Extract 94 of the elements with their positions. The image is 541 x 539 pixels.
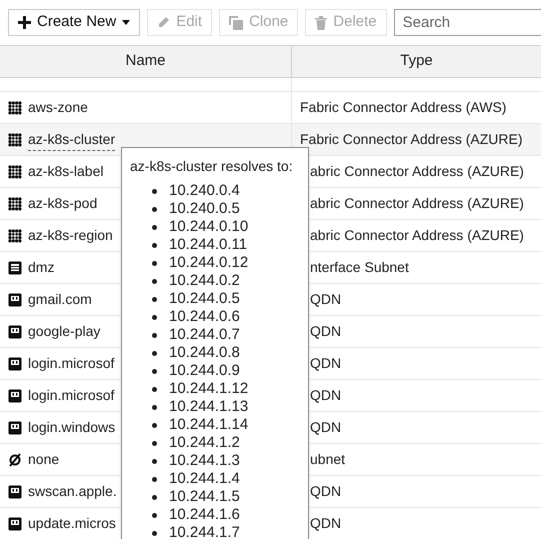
bullet-icon — [152, 332, 157, 338]
name-cell-text: aws-zone — [28, 98, 88, 117]
ip-address: 10.244.0.10 — [169, 216, 248, 237]
bullet-icon — [152, 386, 157, 392]
address-icon — [8, 420, 22, 434]
type-cell-text: Fabric Connector Address (AWS) — [300, 98, 506, 117]
bullet-icon — [152, 440, 157, 446]
type-cell-text: abric Connector Address (AZURE) — [310, 162, 524, 181]
create-button[interactable]: Create New — [8, 9, 140, 36]
pencil-icon — [157, 16, 170, 29]
bullet-icon — [152, 224, 157, 230]
dot-grid-icon — [8, 164, 22, 178]
column-header[interactable]: Name — [0, 46, 292, 77]
type-cell-text: QDN — [310, 290, 342, 309]
ip-address: 10.244.0.5 — [169, 288, 240, 309]
name-cell: az-k8s-cluster — [28, 128, 116, 150]
type-cell-text: nterface Subnet — [310, 258, 409, 277]
name-cell-text: az-k8s-region — [28, 226, 113, 245]
type-cell-text: QDN — [310, 514, 342, 533]
ip-address: 10.244.0.11 — [169, 234, 248, 255]
name-cell-text: gmail.com — [28, 290, 92, 309]
bullet-icon — [152, 530, 157, 536]
ip-address: 10.244.1.7 — [169, 522, 240, 539]
ip-address: 10.244.0.2 — [169, 270, 240, 291]
search-field[interactable]: Search — [394, 9, 541, 36]
bullet-icon — [152, 350, 157, 356]
ip-address: 10.244.1.13 — [169, 396, 248, 417]
address-icon — [8, 292, 22, 306]
interface-icon — [8, 260, 22, 274]
bullet-icon — [152, 422, 157, 428]
type-cell-text: ubnet — [310, 450, 346, 469]
bullet-icon — [152, 206, 157, 212]
ip-address: 10.244.0.12 — [169, 252, 248, 273]
bullet-icon — [152, 404, 157, 410]
bullet-icon — [152, 260, 157, 266]
ip-address: 10.244.1.4 — [169, 468, 240, 489]
ip-address: 10.244.0.7 — [169, 324, 240, 345]
ip-address: 10.244.1.12 — [169, 378, 248, 399]
address-icon — [8, 484, 22, 498]
ip-address: 10.240.0.4 — [169, 180, 240, 201]
bullet-icon — [152, 458, 157, 464]
dot-grid-icon — [8, 228, 22, 242]
ip-address: 10.244.1.6 — [169, 504, 240, 525]
table-row[interactable]: az-k8s-cluster Fabric Connector Address (AZURE) — [0, 124, 541, 156]
name-cell-text: swscan.apple. — [28, 482, 117, 501]
type-cell-text: QDN — [310, 386, 342, 405]
name-cell-text: az-k8s-label — [28, 162, 104, 181]
name-cell-text: login.windows — [28, 418, 116, 437]
name-cell-text: az-k8s-pod — [28, 194, 98, 213]
column-header[interactable]: Type — [292, 46, 541, 77]
type-cell-text: QDN — [310, 354, 342, 373]
name-cell-text: login.microsof — [28, 386, 114, 405]
ip-address: 10.244.0.9 — [169, 360, 240, 381]
ip-address: 10.244.1.5 — [169, 486, 240, 507]
type-cell-text: abric Connector Address (AZURE) — [310, 194, 524, 213]
bullet-icon — [152, 368, 157, 374]
tooltip-title: az-k8s-cluster resolves to: — [130, 157, 294, 176]
ip-address: 10.244.0.8 — [169, 342, 240, 363]
trash-icon — [315, 16, 328, 30]
address-icon — [8, 516, 22, 530]
bullet-icon — [152, 296, 157, 302]
bullet-icon — [152, 188, 157, 194]
dot-grid-icon — [8, 132, 22, 146]
address-icon — [8, 356, 22, 370]
caret-icon — [122, 20, 130, 25]
type-cell-text: QDN — [310, 418, 342, 437]
type-cell-text: abric Connector Address (AZURE) — [310, 226, 524, 245]
bullet-icon — [152, 494, 157, 500]
ip-address: 10.240.0.5 — [169, 198, 240, 219]
table-row[interactable]: aws-zone Fabric Connector Address (AWS) — [0, 92, 541, 124]
ip-address: 10.244.1.3 — [169, 450, 240, 471]
name-cell-text: dmz — [28, 258, 54, 277]
type-cell-text: QDN — [310, 482, 342, 501]
dot-grid-icon — [8, 196, 22, 210]
bullet-icon — [152, 314, 157, 320]
address-icon — [8, 388, 22, 402]
ip-address: 10.244.1.14 — [169, 414, 248, 435]
bullet-icon — [152, 476, 157, 482]
name-cell-text: google-play — [28, 322, 100, 341]
ip-address: 10.244.0.6 — [169, 306, 240, 327]
ip-address: 10.244.1.2 — [169, 432, 240, 453]
type-cell-text: QDN — [310, 322, 342, 341]
empty-set-icon — [8, 452, 22, 466]
type-cell-text: Fabric Connector Address (AZURE) — [300, 130, 523, 149]
address-icon — [8, 324, 22, 338]
copy-icon — [229, 16, 244, 30]
bullet-icon — [152, 512, 157, 518]
name-cell-text: none — [28, 450, 60, 469]
bullet-icon — [152, 278, 157, 284]
dot-grid-icon — [8, 100, 22, 114]
plus-icon — [18, 16, 31, 29]
name-cell-text: update.micros — [28, 514, 116, 533]
name-cell-text: login.microsof — [28, 354, 114, 373]
bullet-icon — [152, 242, 157, 248]
